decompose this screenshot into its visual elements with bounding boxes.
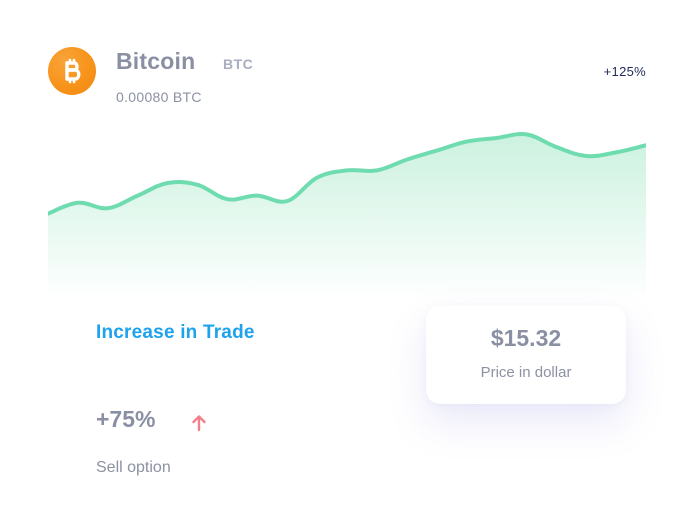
trade-title: Increase in Trade (96, 322, 255, 343)
sell-option-label[interactable]: Sell option (96, 459, 171, 477)
arrow-up-icon (192, 415, 206, 432)
chart-point (344, 167, 350, 173)
bitcoin-icon (48, 47, 96, 95)
chart-point (494, 135, 500, 141)
chart-point (75, 200, 81, 206)
chart-point (254, 193, 260, 199)
chart-point (464, 139, 470, 145)
crypto-card: Bitcoin BTC 0.00080 BTC +125% Increase i… (0, 0, 694, 512)
chart-point (523, 131, 529, 137)
bitcoin-glyph (65, 58, 81, 84)
price-label: Price in dollar (480, 364, 572, 381)
chart-point (553, 144, 559, 150)
chart-point (135, 193, 141, 199)
trade-percent: +75% (96, 406, 156, 432)
chart-point (583, 153, 589, 159)
chart-point (404, 157, 410, 163)
chart-point (224, 196, 230, 202)
chart-point (195, 182, 201, 188)
change-percent: +125% (603, 64, 646, 79)
coin-name: Bitcoin (116, 48, 196, 74)
coin-symbol: BTC (223, 56, 254, 72)
price-card: $15.32 Price in dollar (426, 306, 626, 404)
chart-point (314, 175, 320, 181)
chart-point (284, 198, 290, 204)
chart-area-fill (48, 134, 646, 300)
chart-point (165, 180, 171, 186)
price-area-chart (48, 131, 646, 300)
chart-point (105, 205, 111, 211)
chart-point (434, 148, 440, 154)
chart-point (374, 167, 380, 173)
price-value: $15.32 (490, 325, 562, 351)
coin-amount: 0.00080 BTC (116, 89, 202, 105)
chart-point (613, 149, 619, 155)
